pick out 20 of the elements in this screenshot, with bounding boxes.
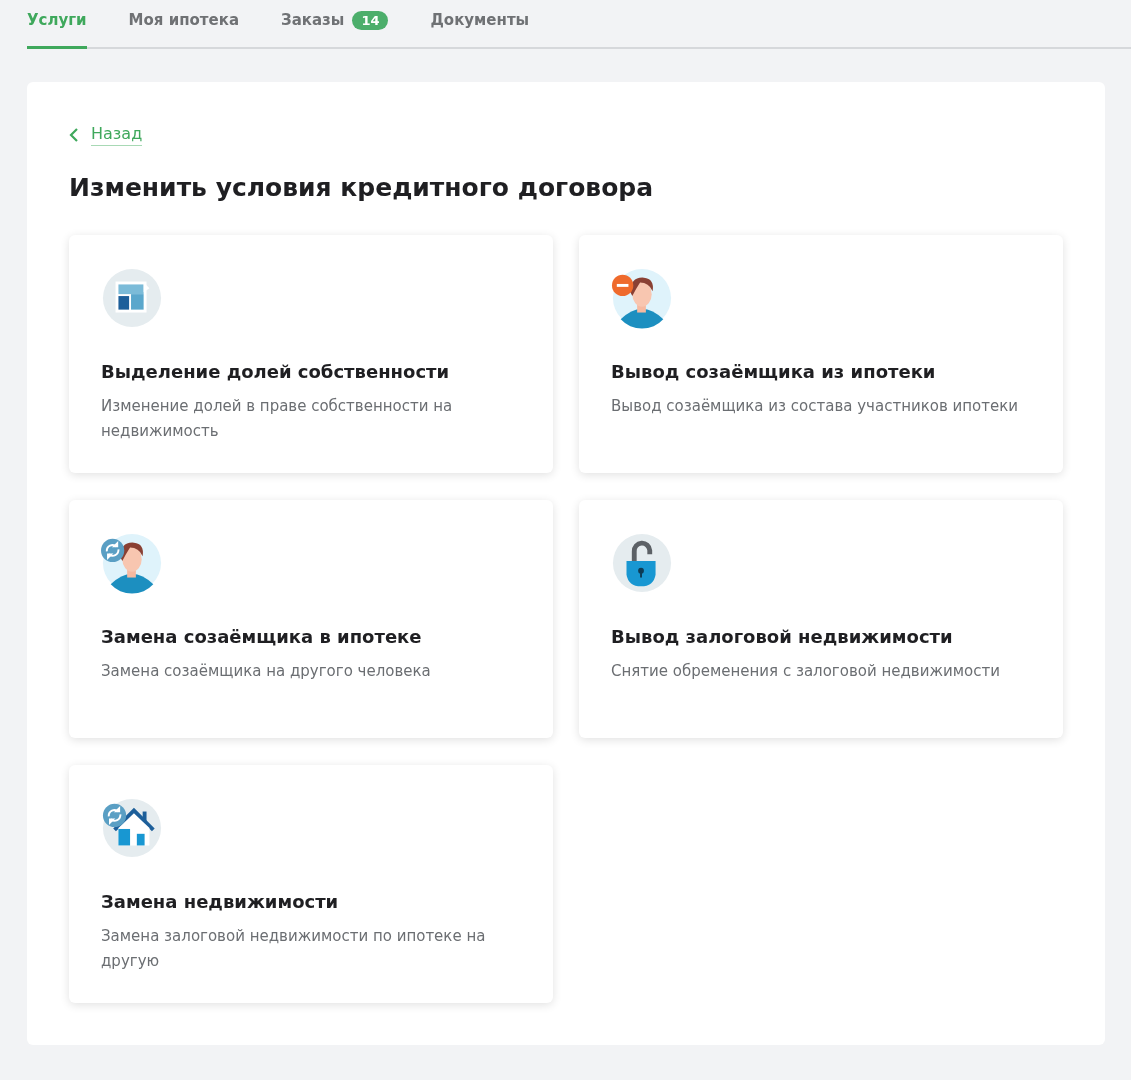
card-description: Изменение долей в праве собственности на недвижимость — [101, 396, 454, 442]
service-card[interactable]: Замена созаёмщика в ипотеке Замена созаёмщика на другого человека — [69, 500, 553, 738]
service-card[interactable]: Вывод залоговой недвижимости Снятие обременения с залоговой недвижимости — [579, 500, 1063, 738]
card-description: Замена залоговой недвижимости по ипотеке на другую — [101, 926, 487, 972]
card-description: Вывод созаёмщика из состава участников ипотеки — [611, 396, 1020, 417]
card-title: Замена созаёмщика в ипотеке — [101, 626, 423, 647]
card-title: Вывод созаёмщика из ипотеки — [611, 361, 937, 382]
tab[interactable]: Заказы 14 — [281, 0, 389, 49]
card-title: Вывод залоговой недвижимости — [611, 626, 954, 647]
card-title: Выделение долей собственности — [101, 361, 451, 382]
service-card[interactable]: Вывод созаёмщика из ипотеки Вывод созаёмщика из состава участников ипотеки — [579, 235, 1063, 473]
service-card[interactable]: Замена недвижимости Замена залоговой недвижимости по ипотеке на другую — [69, 765, 553, 1003]
count-badge: 14 — [352, 10, 389, 30]
card-title: Замена недвижимости — [101, 891, 340, 912]
card-description: Замена созаёмщика на другого человека — [101, 661, 432, 682]
page-title: Изменить условия кредитного договора — [69, 173, 655, 202]
service-card[interactable]: Выделение долей собственности Изменение долей в праве собственности на недвижимость — [69, 235, 553, 473]
card-description: Снятие обременения с залоговой недвижимости — [611, 661, 1001, 682]
tab[interactable]: Документы — [430, 0, 530, 49]
tab[interactable]: Моя ипотека — [128, 0, 239, 49]
